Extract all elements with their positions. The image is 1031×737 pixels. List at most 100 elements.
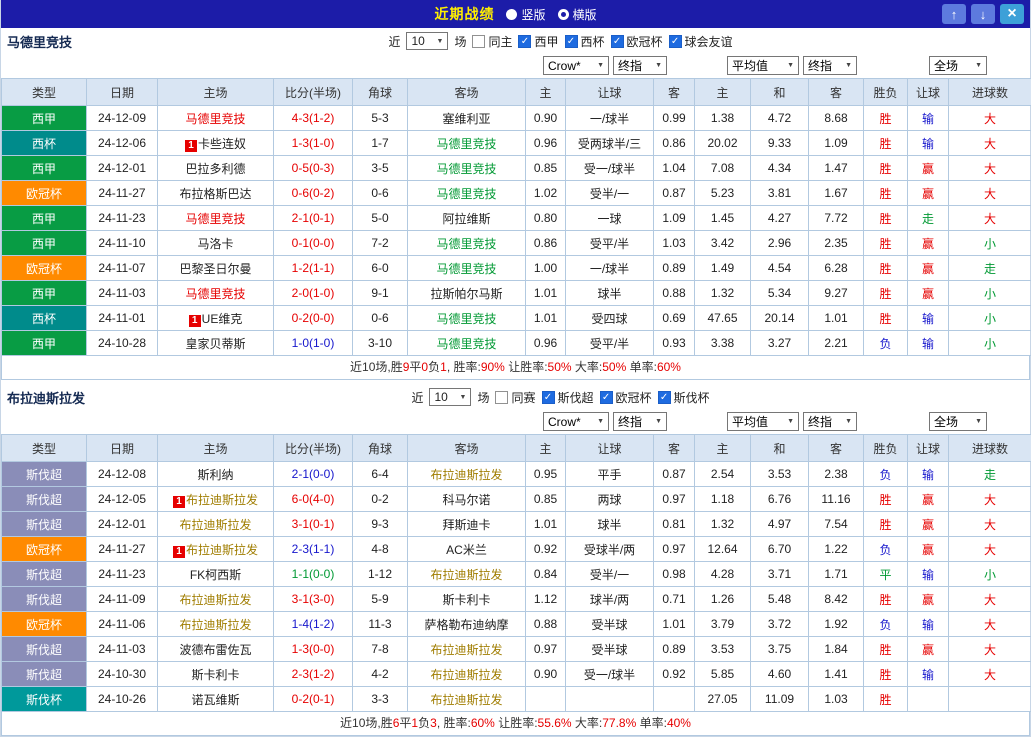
move-up-button[interactable]: ↑ — [942, 4, 966, 24]
score[interactable]: 4-3(1-2) — [274, 106, 353, 131]
away-team[interactable]: 布拉迪斯拉发 — [408, 562, 526, 587]
away-team[interactable]: 布拉迪斯拉发 — [408, 637, 526, 662]
ah-index-select[interactable]: 终指▼ — [613, 412, 667, 431]
filter-checkbox[interactable]: ✓西甲 — [518, 33, 558, 50]
home-team[interactable]: 布拉迪斯拉发 — [158, 612, 274, 637]
eu-home-odds: 27.05 — [695, 687, 751, 712]
league-badge: 西杯 — [2, 131, 87, 156]
away-team[interactable]: 布拉迪斯拉发 — [408, 462, 526, 487]
home-team[interactable]: 波德布雷佐瓦 — [158, 637, 274, 662]
home-team[interactable]: FK柯西斯 — [158, 562, 274, 587]
score[interactable]: 6-0(4-0) — [274, 487, 353, 512]
home-team[interactable]: 马洛卡 — [158, 231, 274, 256]
home-team[interactable]: 马德里竞技 — [158, 281, 274, 306]
filter-checkbox[interactable]: ✓球会友谊 — [669, 33, 733, 50]
score[interactable]: 2-3(1-1) — [274, 537, 353, 562]
bookmaker-select[interactable]: Crow*▼ — [543, 412, 609, 431]
eu-index-select[interactable]: 终指▼ — [803, 56, 857, 75]
close-button[interactable]: × — [1000, 4, 1024, 24]
home-team[interactable]: 巴黎圣日尔曼 — [158, 256, 274, 281]
eu-home-odds: 3.53 — [695, 637, 751, 662]
score[interactable]: 2-1(0-0) — [274, 462, 353, 487]
goals-result: 大 — [949, 181, 1031, 206]
match-count-select[interactable]: 10▼ — [429, 388, 471, 406]
home-team[interactable]: 1UE维克 — [158, 306, 274, 331]
home-team[interactable]: 斯卡利卡 — [158, 662, 274, 687]
score[interactable]: 1-3(0-0) — [274, 637, 353, 662]
away-team[interactable]: 布拉迪斯拉发 — [408, 687, 526, 712]
goals-result: 大 — [949, 206, 1031, 231]
score[interactable]: 0-6(0-2) — [274, 181, 353, 206]
away-team[interactable]: 塞维利亚 — [408, 106, 526, 131]
ah-home-odds: 0.92 — [526, 537, 566, 562]
away-team[interactable]: 马德里竞技 — [408, 231, 526, 256]
score[interactable]: 3-1(0-1) — [274, 512, 353, 537]
move-down-button[interactable]: ↓ — [971, 4, 995, 24]
away-team[interactable]: 马德里竞技 — [408, 306, 526, 331]
away-team[interactable]: 科马尔诺 — [408, 487, 526, 512]
filter-checkbox[interactable]: ✓西杯 — [565, 33, 605, 50]
filter-checkbox[interactable]: 同赛 — [495, 389, 535, 406]
eu-away-odds: 1.71 — [809, 562, 864, 587]
home-team[interactable]: 1卡些连奴 — [158, 131, 274, 156]
filter-checkbox[interactable]: ✓斯伐超 — [542, 389, 594, 406]
away-team[interactable]: 拜斯迪卡 — [408, 512, 526, 537]
summary-segment: 负 — [418, 716, 430, 730]
home-team[interactable]: 布拉迪斯拉发 — [158, 512, 274, 537]
radio-vertical-layout[interactable]: 竖版 — [506, 6, 545, 23]
score[interactable]: 2-3(1-2) — [274, 662, 353, 687]
filter-checkbox[interactable]: ✓欧冠杯 — [611, 33, 663, 50]
corner-score: 4-2 — [353, 662, 408, 687]
home-team[interactable]: 皇家贝蒂斯 — [158, 331, 274, 356]
away-team[interactable]: 拉斯帕尔马斯 — [408, 281, 526, 306]
filter-checkbox-label: 欧冠杯 — [627, 33, 663, 50]
scope-select[interactable]: 全场▼ — [929, 56, 987, 75]
score[interactable]: 0-1(0-0) — [274, 231, 353, 256]
score[interactable]: 2-1(0-1) — [274, 206, 353, 231]
score[interactable]: 1-0(1-0) — [274, 331, 353, 356]
filter-checkbox[interactable]: 同主 — [472, 33, 512, 50]
home-team[interactable]: 马德里竞技 — [158, 206, 274, 231]
away-team[interactable]: 阿拉维斯 — [408, 206, 526, 231]
score[interactable]: 3-1(3-0) — [274, 587, 353, 612]
filter-checkbox[interactable]: ✓欧冠杯 — [600, 389, 652, 406]
home-team[interactable]: 斯利纳 — [158, 462, 274, 487]
radio-horizontal-layout[interactable]: 横版 — [558, 6, 597, 23]
away-team[interactable]: 布拉迪斯拉发 — [408, 662, 526, 687]
score[interactable]: 1-3(1-0) — [274, 131, 353, 156]
ah-away-odds: 1.03 — [654, 231, 695, 256]
rank-badge: 1 — [173, 496, 185, 508]
home-team[interactable]: 1布拉迪斯拉发 — [158, 537, 274, 562]
ah-index-select[interactable]: 终指▼ — [613, 56, 667, 75]
home-team[interactable]: 马德里竞技 — [158, 106, 274, 131]
away-team[interactable]: AC米兰 — [408, 537, 526, 562]
average-select[interactable]: 平均值▼ — [727, 56, 799, 75]
home-team[interactable]: 布拉格斯巴达 — [158, 181, 274, 206]
score[interactable]: 0-2(0-1) — [274, 687, 353, 712]
home-team[interactable]: 巴拉多利德 — [158, 156, 274, 181]
away-team[interactable]: 马德里竞技 — [408, 256, 526, 281]
eu-index-select[interactable]: 终指▼ — [803, 412, 857, 431]
home-team[interactable]: 诺瓦维斯 — [158, 687, 274, 712]
home-team[interactable]: 布拉迪斯拉发 — [158, 587, 274, 612]
away-team[interactable]: 斯卡利卡 — [408, 587, 526, 612]
score[interactable]: 0-2(0-0) — [274, 306, 353, 331]
away-team[interactable]: 马德里竞技 — [408, 156, 526, 181]
average-select[interactable]: 平均值▼ — [727, 412, 799, 431]
filter-bar: 近10▼场同赛✓斯伐超✓欧冠杯✓斯伐杯 — [411, 388, 709, 406]
scope-select[interactable]: 全场▼ — [929, 412, 987, 431]
away-team[interactable]: 马德里竞技 — [408, 181, 526, 206]
bookmaker-select[interactable]: Crow*▼ — [543, 56, 609, 75]
away-team[interactable]: 萨格勒布迪纳摩 — [408, 612, 526, 637]
win-loss-result: 胜 — [864, 206, 908, 231]
score[interactable]: 0-5(0-3) — [274, 156, 353, 181]
score[interactable]: 2-0(1-0) — [274, 281, 353, 306]
score[interactable]: 1-4(1-2) — [274, 612, 353, 637]
away-team[interactable]: 马德里竞技 — [408, 331, 526, 356]
filter-checkbox[interactable]: ✓斯伐杯 — [658, 389, 710, 406]
away-team[interactable]: 马德里竞技 — [408, 131, 526, 156]
score[interactable]: 1-1(0-0) — [274, 562, 353, 587]
match-count-select[interactable]: 10▼ — [406, 32, 448, 50]
home-team[interactable]: 1布拉迪斯拉发 — [158, 487, 274, 512]
score[interactable]: 1-2(1-1) — [274, 256, 353, 281]
